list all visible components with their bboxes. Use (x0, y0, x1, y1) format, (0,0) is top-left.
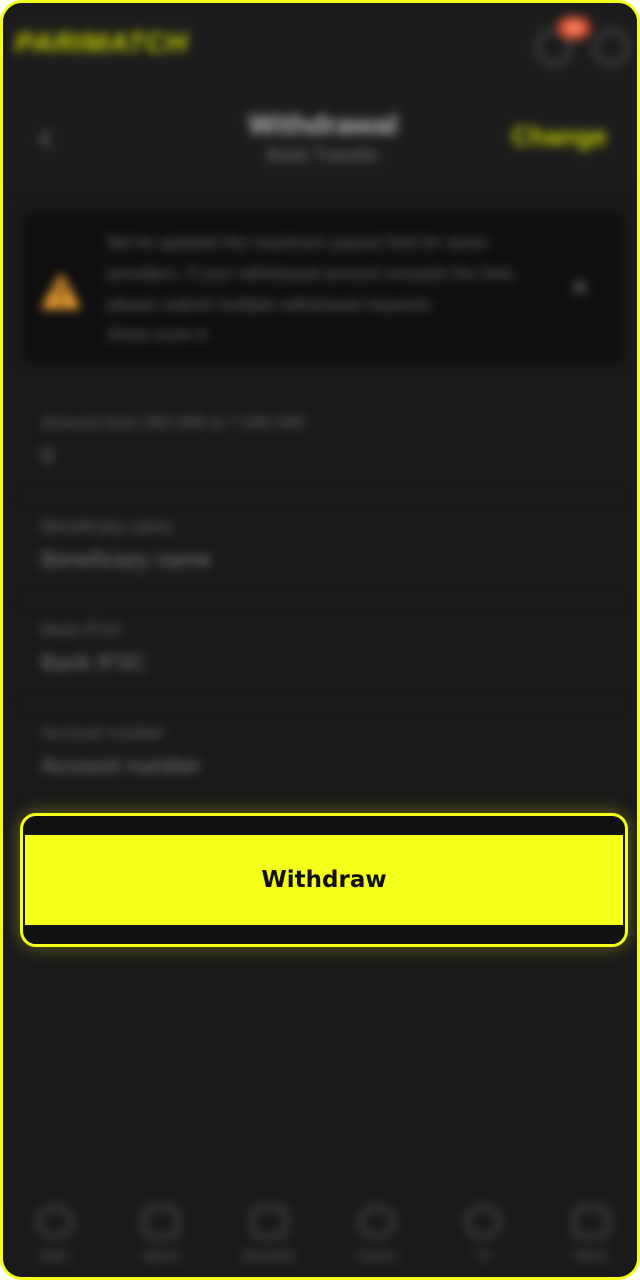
app-frame: PARIMATCH 99 ‹ Withdrawal Bank Transfer … (0, 0, 640, 1280)
sports-icon (143, 1206, 179, 1238)
menu-icon (573, 1206, 609, 1238)
change-method-button[interactable]: Change (512, 121, 607, 152)
blurred-background: PARIMATCH 99 ‹ Withdrawal Bank Transfer … (3, 3, 637, 1277)
casino-icon (359, 1206, 395, 1238)
beneficiary-name-field[interactable]: Beneficiary name Beneficiary name (23, 503, 623, 601)
nav-item-menu[interactable]: Menu (551, 1206, 631, 1263)
limit-notice: We've updated the maximum payout limit f… (23, 213, 623, 363)
nav-label: Sports (142, 1248, 180, 1263)
home-icon (37, 1206, 73, 1238)
account-number-field[interactable]: Account number Account number (23, 709, 623, 807)
nav-label: Menu (574, 1248, 608, 1263)
top-bar: PARIMATCH 99 (3, 3, 637, 87)
account-number-label: Account number (41, 723, 165, 742)
nav-label: Rewards (243, 1248, 295, 1263)
gift-icon (251, 1206, 287, 1238)
notice-text: We've updated the maximum payout limit f… (107, 233, 517, 314)
warning-icon (41, 273, 81, 309)
nav-item-sports[interactable]: Sports (121, 1206, 201, 1263)
beneficiary-name-label: Beneficiary name (41, 517, 173, 536)
page-header: ‹ Withdrawal Bank Transfer Change (3, 87, 637, 187)
close-icon[interactable]: × (571, 271, 589, 305)
app-logo[interactable]: PARIMATCH (15, 27, 188, 59)
nav-item-rewards[interactable]: Rewards (229, 1206, 309, 1263)
nav-item-casino[interactable]: Casino (337, 1206, 417, 1263)
beneficiary-name-input[interactable]: Beneficiary name (41, 547, 211, 573)
nav-item-main[interactable]: Main (15, 1206, 95, 1263)
show-more-label: Show more (107, 325, 193, 344)
tv-icon (465, 1206, 501, 1238)
nav-label: TV (474, 1248, 492, 1263)
account-number-input[interactable]: Account number (41, 753, 201, 779)
notification-badge: 99 (558, 17, 590, 39)
show-more-link[interactable]: Show more ▾ (107, 325, 206, 345)
bank-ifsc-input[interactable]: Bank IFSC (41, 650, 147, 676)
chevron-down-icon: ▾ (197, 325, 207, 344)
withdraw-highlight: Withdraw (20, 813, 628, 947)
nav-item-tv[interactable]: TV (443, 1206, 523, 1263)
bank-ifsc-field[interactable]: Bank IFSC Bank IFSC (23, 606, 623, 704)
bank-ifsc-label: Bank IFSC (41, 620, 124, 639)
bottom-navigation: Main Sports Rewards Casino TV Menu (3, 1195, 637, 1277)
withdraw-button[interactable]: Withdraw (25, 835, 623, 925)
profile-icon[interactable] (593, 29, 629, 65)
amount-field[interactable]: Amount from 300 INR to 7 000 INR 0 (23, 399, 623, 497)
nav-label: Casino (356, 1248, 398, 1263)
amount-input[interactable]: 0 (41, 443, 53, 469)
amount-label: Amount from 300 INR to 7 000 INR (41, 413, 306, 432)
nav-label: Main (40, 1248, 70, 1263)
